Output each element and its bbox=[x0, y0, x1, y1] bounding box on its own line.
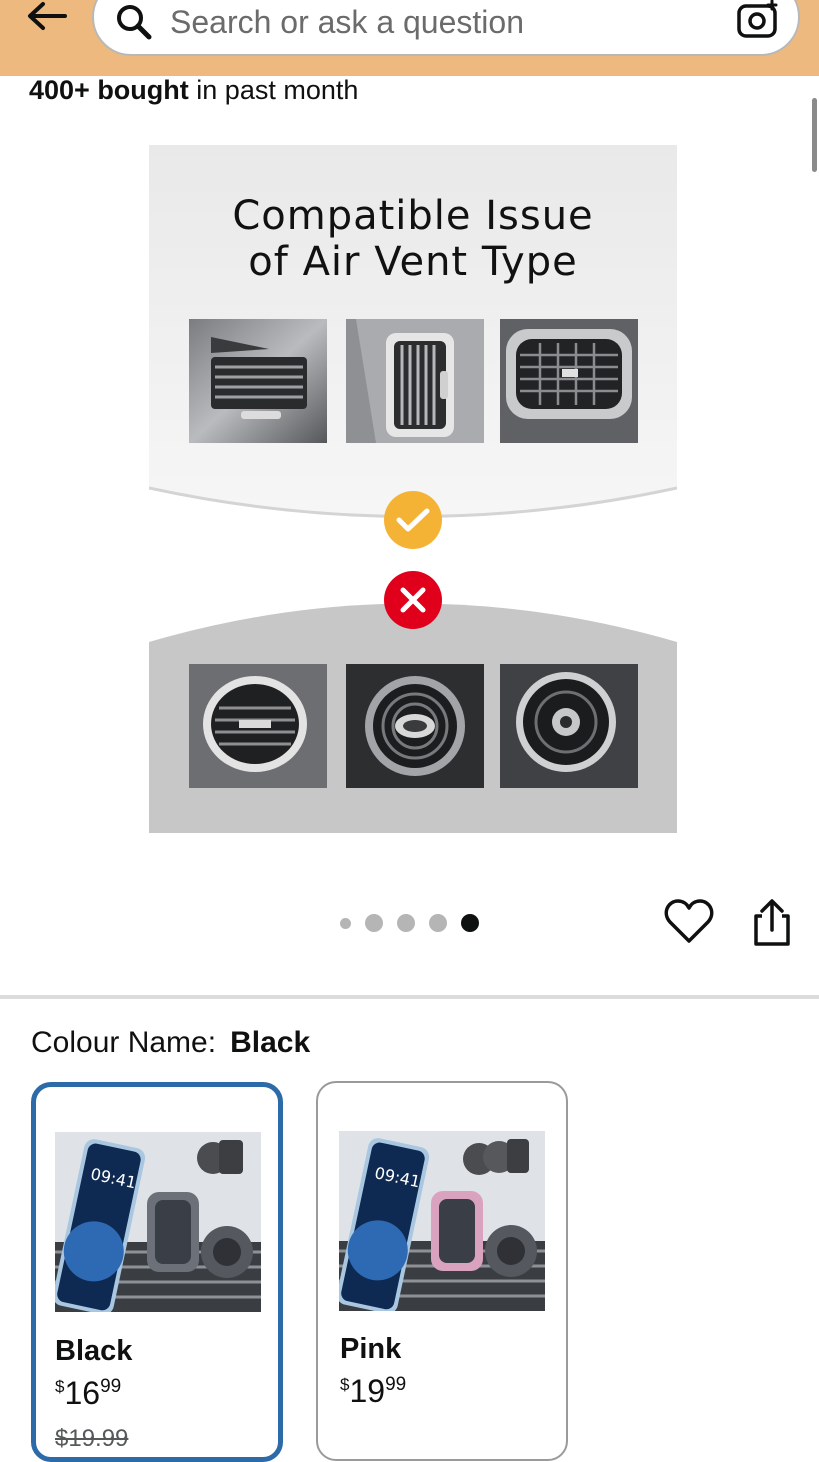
variant-price-whole-black: 16 bbox=[64, 1375, 101, 1411]
cross-icon bbox=[400, 587, 426, 613]
variant-swatch-pink[interactable]: 09:41 Pink $1999 bbox=[316, 1081, 568, 1461]
checkmark-icon bbox=[396, 508, 430, 532]
check-badge bbox=[384, 491, 442, 549]
image-carousel-dots[interactable] bbox=[340, 912, 479, 934]
share-button[interactable] bbox=[748, 898, 796, 948]
variant-old-price-black: $19.99 bbox=[55, 1425, 129, 1452]
section-divider bbox=[0, 995, 819, 999]
image-title-line1: Compatible Issue bbox=[232, 193, 594, 239]
page-scrollbar[interactable] bbox=[812, 98, 817, 172]
incompatible-vent-photo-2 bbox=[346, 664, 484, 788]
search-box[interactable] bbox=[92, 0, 800, 56]
cross-badge bbox=[384, 571, 442, 629]
search-input[interactable] bbox=[170, 2, 690, 42]
camera-lens-icon[interactable] bbox=[736, 0, 780, 40]
variant-name-pink: Pink bbox=[340, 1333, 402, 1365]
variant-price-currency-black: $ bbox=[55, 1377, 65, 1396]
colour-name-value: Black bbox=[230, 1026, 311, 1059]
variant-image-black: 09:41 bbox=[55, 1132, 261, 1312]
bought-count-suffix: in past month bbox=[188, 75, 359, 105]
carousel-dot-1[interactable] bbox=[340, 917, 351, 929]
variant-swatch-black[interactable]: 09:41 Black $1699 $19.99 bbox=[31, 1082, 283, 1462]
incompatible-vent-photo-3 bbox=[500, 664, 638, 788]
variant-price-black: $1699 bbox=[55, 1375, 121, 1412]
image-title-line2: of Air Vent Type bbox=[248, 239, 578, 285]
image-title: Compatible Issue of Air Vent Type bbox=[149, 193, 677, 285]
variant-price-pink: $1999 bbox=[340, 1373, 406, 1410]
back-arrow-icon bbox=[28, 2, 67, 30]
compatible-vent-photo-3 bbox=[500, 319, 638, 443]
colour-name-row: Colour Name: Black bbox=[31, 1026, 310, 1060]
back-button[interactable] bbox=[22, 0, 70, 36]
variant-price-cents-pink: 99 bbox=[385, 1374, 407, 1395]
top-search-bar bbox=[0, 0, 819, 76]
search-icon bbox=[117, 5, 152, 40]
compatible-vent-photo-1 bbox=[189, 319, 327, 443]
carousel-dot-2[interactable] bbox=[365, 914, 383, 932]
carousel-dot-4[interactable] bbox=[429, 914, 447, 932]
bought-count-bold: 400+ bought bbox=[29, 75, 189, 105]
variant-price-whole-pink: 19 bbox=[349, 1373, 386, 1409]
incompatible-vent-photo-1 bbox=[189, 664, 327, 788]
variant-price-cents-black: 99 bbox=[100, 1376, 122, 1397]
variant-price-currency-pink: $ bbox=[340, 1375, 350, 1394]
compatible-vent-photo-2 bbox=[346, 319, 484, 443]
wishlist-button[interactable] bbox=[664, 898, 714, 946]
product-image[interactable]: Compatible Issue of Air Vent Type bbox=[149, 145, 677, 833]
carousel-dot-5[interactable] bbox=[461, 914, 479, 932]
bought-count-text: 400+ bought in past month bbox=[29, 75, 358, 106]
colour-name-label: Colour Name: bbox=[31, 1026, 217, 1059]
variant-name-black: Black bbox=[55, 1335, 133, 1367]
variant-image-pink: 09:41 bbox=[339, 1131, 545, 1311]
carousel-dot-3[interactable] bbox=[397, 914, 415, 932]
share-icon bbox=[754, 899, 790, 946]
heart-icon bbox=[664, 899, 714, 943]
